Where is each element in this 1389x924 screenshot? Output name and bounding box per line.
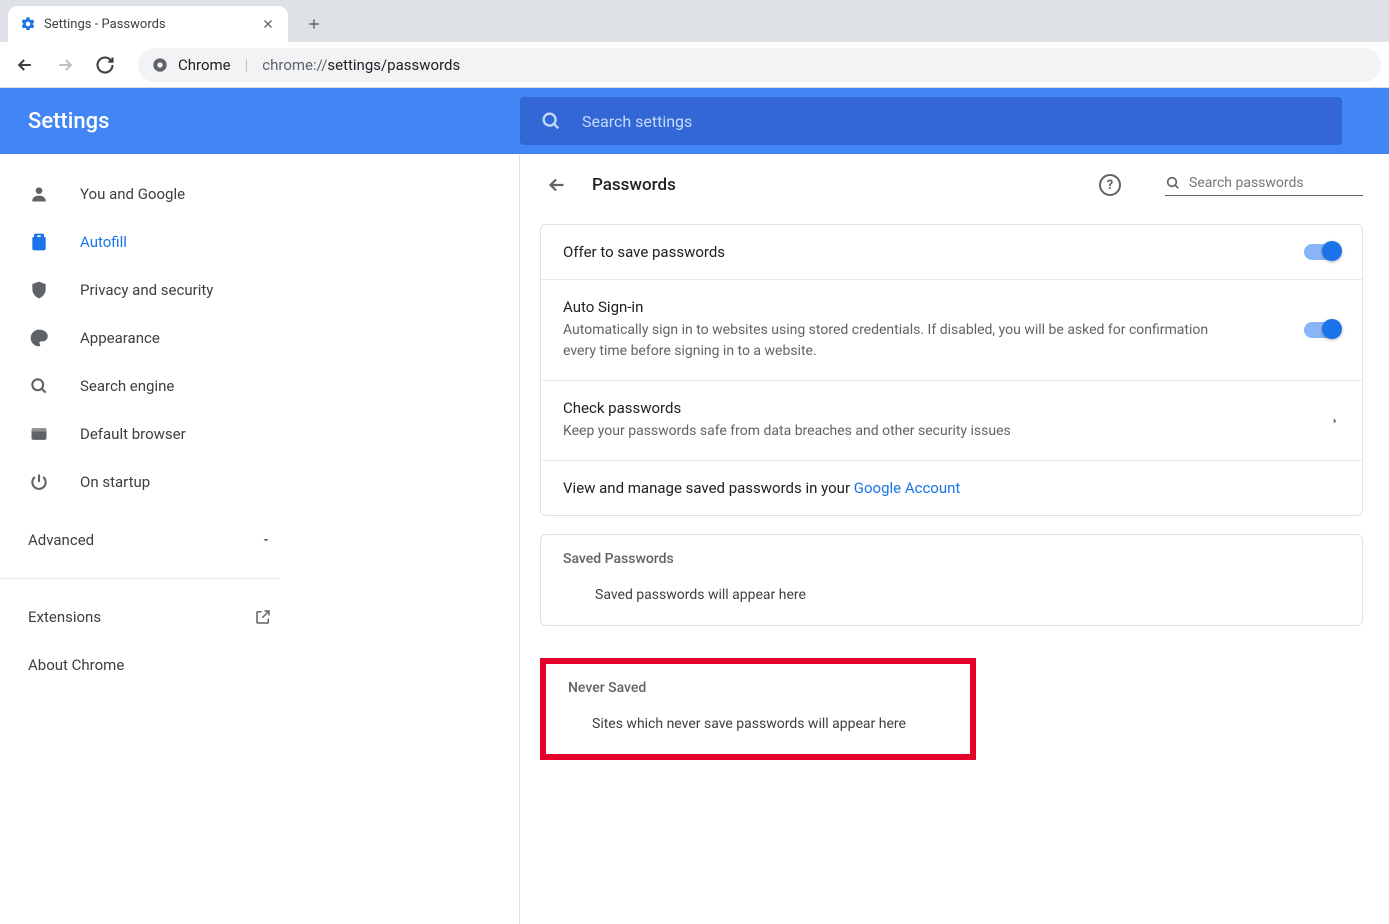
sidebar-item-label: Search engine	[80, 377, 174, 395]
tab-title: Settings - Passwords	[44, 17, 166, 32]
omnibox-url: chrome://settings/passwords	[262, 56, 460, 74]
sidebar-item-label: Privacy and security	[80, 281, 213, 299]
shield-icon	[28, 280, 50, 300]
search-icon	[540, 110, 562, 132]
sidebar-about-chrome[interactable]: About Chrome	[0, 641, 300, 689]
view-manage-row: View and manage saved passwords in your …	[541, 461, 1362, 515]
sidebar-item-label: Autofill	[80, 233, 127, 251]
settings-card: Offer to save passwords Auto Sign-in Aut…	[540, 224, 1363, 516]
sidebar-item-search-engine[interactable]: Search engine	[0, 362, 299, 410]
content-area: You and Google Autofill Privacy and secu…	[0, 154, 1389, 924]
sidebar-item-autofill[interactable]: Autofill	[0, 218, 299, 266]
chevron-right-icon	[1330, 416, 1340, 426]
sidebar-item-on-startup[interactable]: On startup	[0, 458, 299, 506]
browser-toolbar: Chrome | chrome://settings/passwords	[0, 42, 1389, 88]
omnibox-product: Chrome	[178, 56, 231, 74]
sidebar-extensions[interactable]: Extensions	[0, 593, 300, 641]
chevron-down-icon	[260, 534, 272, 546]
sidebar: You and Google Autofill Privacy and secu…	[0, 154, 520, 924]
browser-icon	[28, 424, 50, 444]
view-manage-text: View and manage saved passwords in your …	[563, 479, 1340, 497]
gear-icon	[20, 16, 36, 32]
address-bar[interactable]: Chrome | chrome://settings/passwords	[138, 48, 1381, 82]
sidebar-item-label: You and Google	[80, 185, 185, 203]
extensions-label: Extensions	[28, 608, 101, 626]
sidebar-item-default-browser[interactable]: Default browser	[0, 410, 299, 458]
sidebar-item-you-and-google[interactable]: You and Google	[0, 170, 299, 218]
sidebar-item-label: On startup	[80, 473, 150, 491]
search-icon	[1165, 175, 1181, 191]
close-icon[interactable]	[260, 16, 276, 32]
sidebar-item-appearance[interactable]: Appearance	[0, 314, 299, 362]
palette-icon	[28, 328, 50, 348]
external-link-icon	[254, 608, 272, 626]
advanced-label: Advanced	[28, 531, 94, 549]
page-header: Passwords ?	[520, 154, 1389, 206]
never-saved-empty: Sites which never save passwords will ap…	[546, 696, 970, 754]
saved-passwords-empty: Saved passwords will appear here	[541, 567, 1362, 625]
main-panel: Passwords ? Offer to save passwords Auto…	[520, 154, 1389, 924]
offer-save-row: Offer to save passwords	[541, 225, 1362, 280]
sidebar-item-label: Appearance	[80, 329, 160, 347]
check-passwords-description: Keep your passwords safe from data breac…	[563, 421, 1243, 442]
search-passwords-input[interactable]	[1189, 175, 1367, 191]
sidebar-advanced[interactable]: Advanced	[0, 516, 300, 564]
browser-tab[interactable]: Settings - Passwords	[8, 6, 288, 42]
auto-signin-description: Automatically sign in to websites using …	[563, 320, 1243, 362]
auto-signin-toggle[interactable]	[1304, 322, 1340, 338]
search-settings-input[interactable]	[582, 112, 1322, 131]
tab-strip: Settings - Passwords	[0, 0, 1389, 42]
auto-signin-title: Auto Sign-in	[563, 298, 1304, 316]
search-icon	[28, 376, 50, 396]
settings-title: Settings	[28, 109, 520, 134]
help-icon[interactable]: ?	[1099, 174, 1121, 196]
sidebar-item-label: Default browser	[80, 425, 186, 443]
new-tab-button[interactable]	[300, 10, 328, 38]
sidebar-divider	[0, 578, 280, 579]
reload-button[interactable]	[88, 48, 122, 82]
search-passwords-field[interactable]	[1165, 175, 1363, 196]
browser-chrome: Settings - Passwords Chrome | chrome://s…	[0, 0, 1389, 88]
saved-passwords-label: Saved Passwords	[541, 535, 1362, 567]
auto-signin-row: Auto Sign-in Automatically sign in to we…	[541, 280, 1362, 381]
about-label: About Chrome	[28, 656, 124, 674]
chrome-icon	[152, 57, 168, 73]
back-arrow-button[interactable]	[546, 174, 568, 196]
never-saved-card: Never Saved Sites which never save passw…	[540, 658, 976, 760]
omnibox-separator: |	[245, 56, 249, 74]
search-settings-bar[interactable]	[520, 97, 1342, 145]
person-icon	[28, 184, 50, 204]
offer-save-label: Offer to save passwords	[563, 243, 1304, 261]
page-title: Passwords	[592, 175, 676, 195]
saved-passwords-card: Saved Passwords Saved passwords will app…	[540, 534, 1363, 626]
power-icon	[28, 472, 50, 492]
back-button[interactable]	[8, 48, 42, 82]
forward-button[interactable]	[48, 48, 82, 82]
settings-header: Settings	[0, 88, 1389, 154]
clipboard-icon	[28, 232, 50, 252]
check-passwords-row[interactable]: Check passwords Keep your passwords safe…	[541, 381, 1362, 461]
sidebar-item-privacy[interactable]: Privacy and security	[0, 266, 299, 314]
offer-save-toggle[interactable]	[1304, 244, 1340, 260]
check-passwords-title: Check passwords	[563, 399, 1330, 417]
never-saved-label: Never Saved	[546, 664, 970, 696]
google-account-link[interactable]: Google Account	[854, 479, 961, 497]
